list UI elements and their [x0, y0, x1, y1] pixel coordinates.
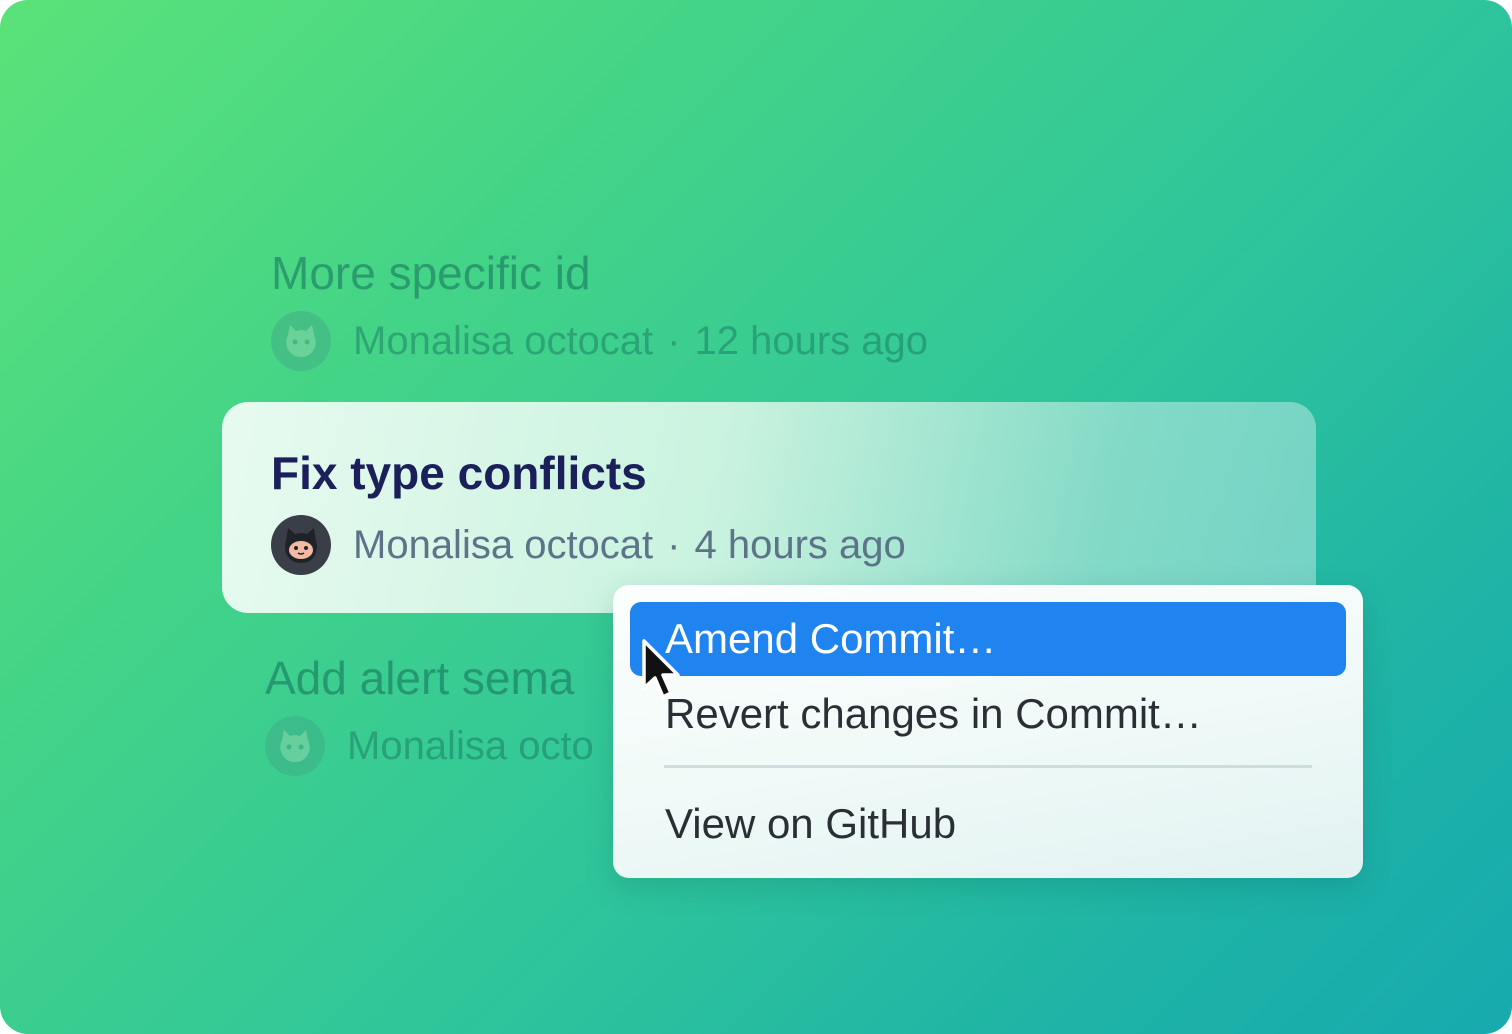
commit-list-item[interactable]: Add alert sema Monalisa octo [265, 652, 594, 776]
commit-time: 4 hours ago [694, 522, 906, 567]
commit-meta: Monalisa octocat · 12 hours ago [271, 311, 928, 371]
octocat-avatar-icon [271, 311, 331, 371]
commit-title: More specific id [271, 247, 591, 299]
commit-author: Monalisa octocat [353, 522, 654, 567]
arrow-pointer-icon [642, 639, 680, 699]
commit-list-item: Fix type conflicts Monalisa octocat · 4 ho… [271, 447, 906, 575]
commit-author: Monalisa octocat [353, 318, 654, 363]
menu-item-view-on-github[interactable]: View on GitHub [630, 787, 1346, 861]
selected-commit-card[interactable]: Fix type conflicts Monalisa octocat · 4 ho… [222, 402, 1316, 613]
octocat-avatar-icon [265, 716, 325, 776]
commit-time: 12 hours ago [694, 318, 928, 363]
menu-item-revert-changes[interactable]: Revert changes in Commit… [630, 677, 1346, 751]
commit-author: Monalisa octo [347, 723, 594, 768]
app-background: More specific id Monalisa octocat · 12 hou… [0, 0, 1512, 1034]
meta-separator: · [667, 522, 681, 567]
context-menu: Amend Commit… Revert changes in Commit… … [613, 585, 1363, 878]
meta-separator: · [667, 318, 681, 363]
commit-title: Fix type conflicts [271, 447, 647, 499]
menu-divider [664, 765, 1312, 768]
commit-meta: Monalisa octocat · 4 hours ago [271, 515, 906, 575]
octocat-avatar-icon [271, 515, 331, 575]
commit-meta: Monalisa octo [265, 716, 594, 776]
commit-title: Add alert sema [265, 652, 575, 704]
menu-item-amend-commit[interactable]: Amend Commit… [630, 602, 1346, 676]
commit-list-item[interactable]: More specific id Monalisa octocat · 12 hou… [271, 247, 928, 371]
